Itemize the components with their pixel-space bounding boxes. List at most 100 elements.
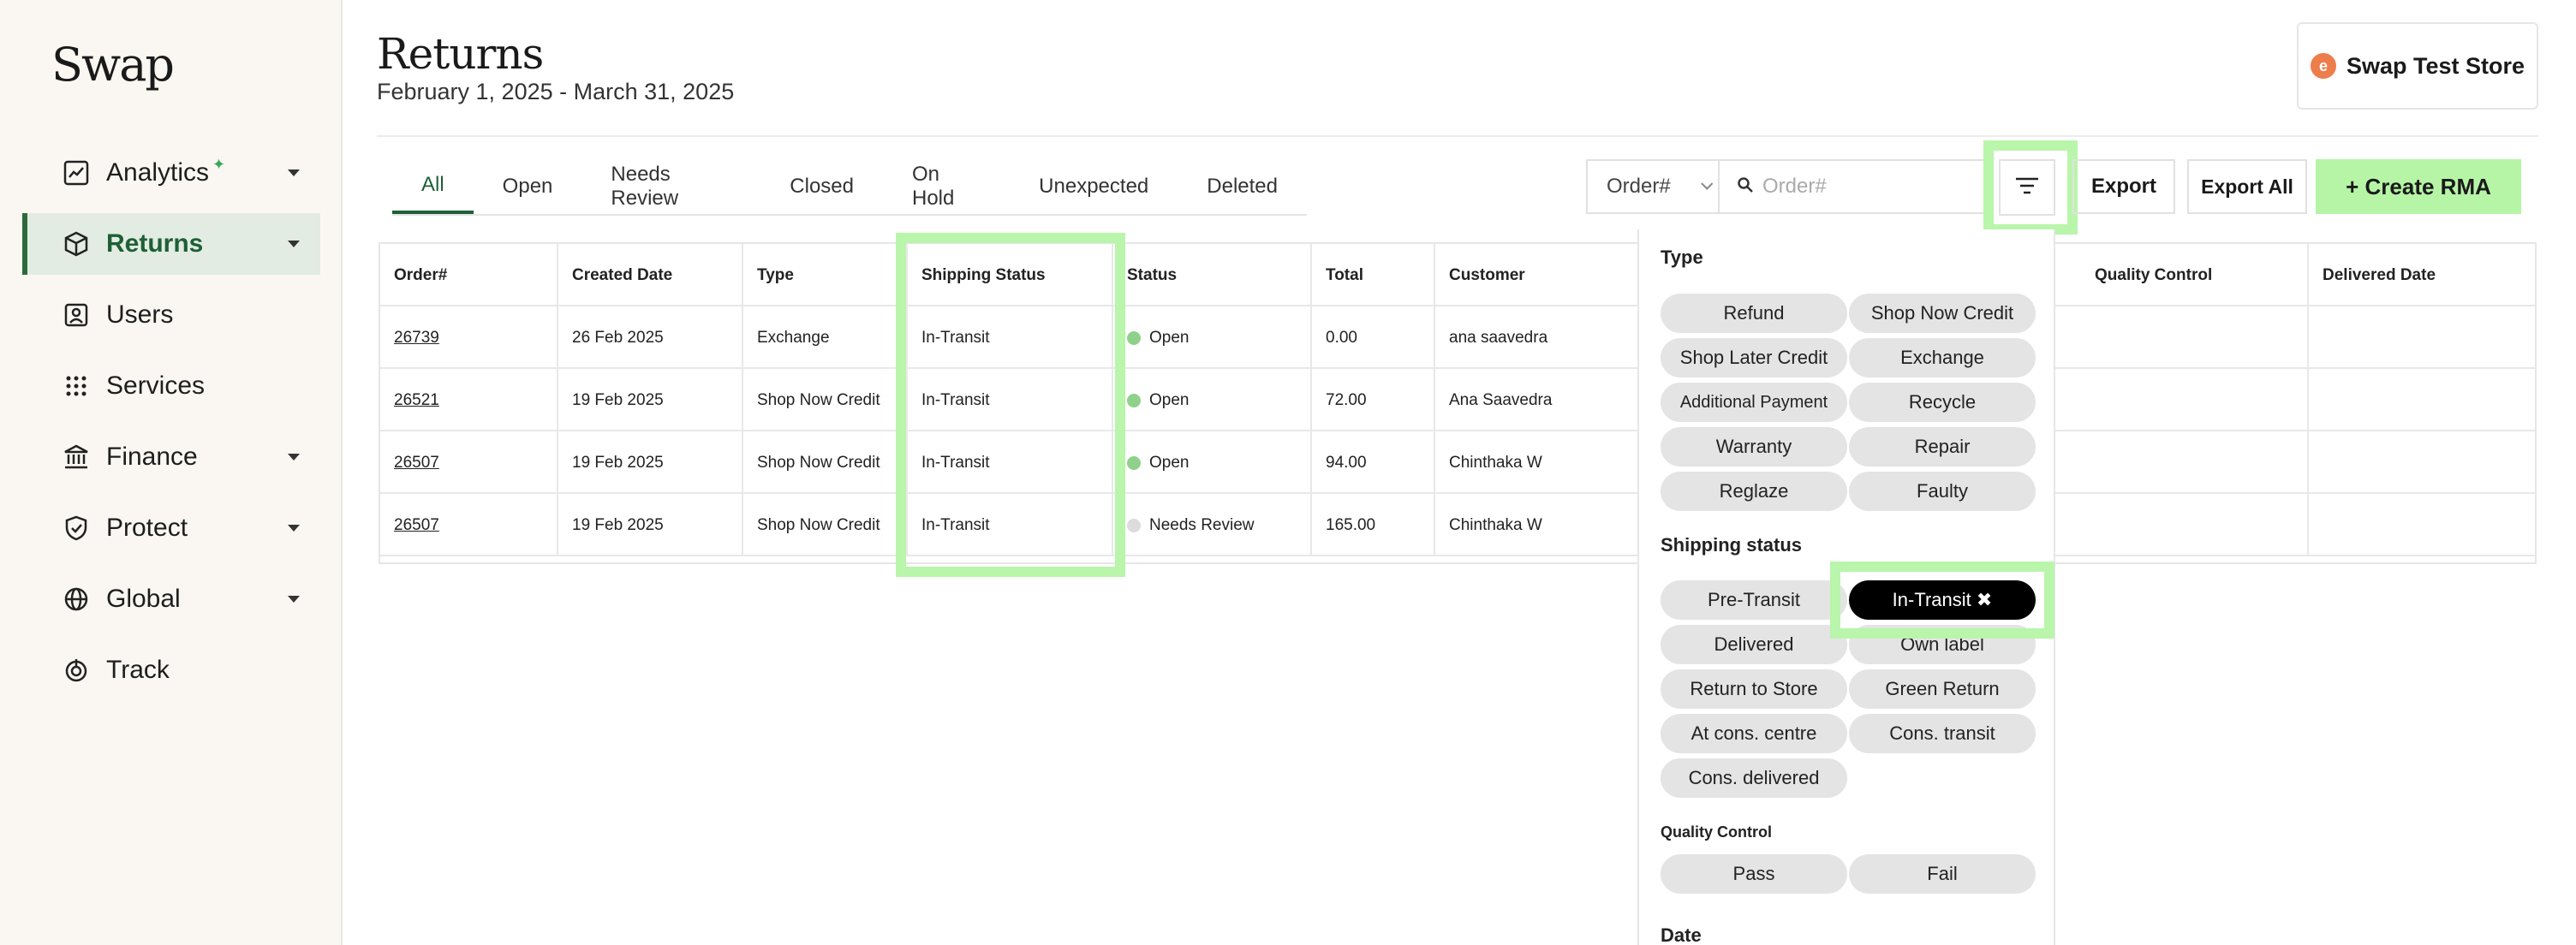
created-date-cell: 26 Feb 2025 (558, 306, 743, 369)
sidebar-item-users[interactable]: Users (22, 284, 320, 346)
order-cell: 26521 (380, 369, 558, 431)
tab-closed[interactable]: Closed (760, 159, 883, 214)
filter-chip-qc[interactable]: Pass (1661, 854, 1847, 894)
search-input[interactable] (1762, 175, 1968, 199)
filter-chip-type[interactable]: Warranty (1661, 427, 1847, 467)
tab-deleted[interactable]: Deleted (1178, 159, 1307, 214)
tab-open[interactable]: Open (474, 159, 582, 214)
order-link[interactable]: 26507 (394, 454, 439, 472)
date-range[interactable]: February 1, 2025 - March 31, 2025 (377, 79, 734, 105)
customer-cell: Chinthaka W (1435, 494, 1641, 556)
sidebar-nav: Analytics ✦ Returns Users Services Finan… (22, 142, 320, 710)
total-cell: 72.00 (1312, 369, 1435, 431)
filter-chip-type[interactable]: Exchange (1849, 338, 2036, 377)
filter-section-title-shipping: Shipping status (1661, 534, 1802, 556)
column-header[interactable]: Order# (380, 244, 558, 306)
order-link[interactable]: 26521 (394, 391, 439, 410)
filter-chip-shipping[interactable]: At cons. centre (1661, 714, 1847, 753)
status-cell: Open (1113, 306, 1312, 369)
filter-chip-shipping[interactable]: Delivered (1661, 625, 1847, 664)
status-label: Open (1149, 328, 1190, 347)
type-cell: Shop Now Credit (743, 369, 908, 431)
search-field-select[interactable]: Order# (1586, 159, 1718, 214)
chevron-down-icon[interactable] (288, 454, 300, 461)
sidebar-item-label: Users (106, 300, 174, 329)
chevron-down-icon[interactable] (288, 596, 300, 603)
filter-chip-type[interactable]: Shop Now Credit (1849, 294, 2036, 333)
order-cell: 26507 (380, 494, 558, 556)
status-dot (1127, 330, 1141, 345)
export-button[interactable]: Export (2072, 159, 2175, 214)
tab-unexpected[interactable]: Unexpected (1010, 159, 1178, 214)
column-header[interactable]: Status (1113, 244, 1312, 306)
filter-chip-shipping[interactable]: Return to Store (1661, 669, 1847, 709)
filter-button[interactable] (1999, 159, 2055, 216)
sidebar-item-track[interactable]: Track (22, 639, 320, 701)
chart-icon (62, 158, 91, 187)
chevron-down-icon (1701, 177, 1714, 190)
export-all-button[interactable]: Export All (2187, 159, 2307, 214)
column-header[interactable]: Delivered Date (2309, 244, 2537, 306)
filter-section-title-type: Type (1661, 247, 1703, 268)
type-cell: Exchange (743, 306, 908, 369)
app-logo[interactable]: Swap (51, 38, 175, 92)
sidebar-item-analytics[interactable]: Analytics ✦ (22, 142, 320, 204)
status-tabs: All Open Needs Review Closed On Hold Une… (392, 159, 1307, 216)
status-label: Open (1149, 390, 1190, 409)
table-row[interactable]: 26507 19 Feb 2025 Shop Now Credit In-Tra… (380, 494, 2535, 556)
status-cell: Needs Review (1113, 494, 1312, 556)
column-header[interactable]: Quality Control (2081, 244, 2309, 306)
filter-chip-shipping[interactable]: Cons. transit (1849, 714, 2036, 753)
sidebar: Swap Analytics ✦ Returns Users Services … (0, 0, 343, 945)
table-row[interactable]: 26739 26 Feb 2025 Exchange In-Transit Op… (380, 306, 2535, 369)
filter-chip-type[interactable]: Reglaze (1661, 472, 1847, 511)
table-header-row: Order# Created Date Type Shipping Status… (380, 244, 2535, 306)
sidebar-item-returns[interactable]: Returns (22, 213, 320, 275)
tab-on-hold[interactable]: On Hold (883, 159, 1010, 214)
sparkle-icon: ✦ (212, 155, 226, 173)
filter-chip-shipping-selected[interactable]: In-Transit ✖ (1849, 580, 2036, 620)
sidebar-item-label: Global (106, 585, 181, 613)
tab-all[interactable]: All (392, 159, 474, 214)
filter-chip-shipping[interactable]: Cons. delivered (1661, 758, 1847, 798)
search-box[interactable] (1718, 159, 1990, 214)
page-title: Returns (377, 29, 544, 79)
column-header[interactable]: Created Date (558, 244, 743, 306)
filter-chip-shipping[interactable]: Green Return (1849, 669, 2036, 709)
sidebar-item-protect[interactable]: Protect (22, 497, 320, 559)
status-label: Needs Review (1149, 515, 1255, 534)
filter-chip-type[interactable]: Refund (1661, 294, 1847, 333)
table-row[interactable]: 26521 19 Feb 2025 Shop Now Credit In-Tra… (380, 369, 2535, 431)
order-link[interactable]: 26739 (394, 329, 439, 348)
column-header[interactable]: Customer (1435, 244, 1641, 306)
chevron-down-icon[interactable] (288, 525, 300, 532)
create-rma-button[interactable]: + Create RMA (2316, 159, 2521, 214)
chevron-down-icon[interactable] (288, 169, 300, 176)
status-dot (1127, 393, 1141, 407)
store-logo-icon: e (2310, 53, 2336, 79)
filter-chip-type[interactable]: Additional Payment (1661, 383, 1847, 422)
type-cell: Shop Now Credit (743, 431, 908, 494)
order-link[interactable]: 26507 (394, 516, 439, 535)
sidebar-item-global[interactable]: Global (22, 568, 320, 630)
filter-chip-shipping[interactable]: Pre-Transit (1661, 580, 1847, 620)
sidebar-item-label: Finance (106, 443, 198, 471)
store-switcher-button[interactable]: e Swap Test Store (2297, 22, 2538, 110)
chevron-down-icon[interactable] (288, 241, 300, 247)
status-cell: Open (1113, 369, 1312, 431)
filter-chip-type[interactable]: Repair (1849, 427, 2036, 467)
sidebar-item-label: Returns (106, 229, 204, 258)
table-row[interactable]: 26507 19 Feb 2025 Shop Now Credit In-Tra… (380, 431, 2535, 494)
filter-chip-type[interactable]: Faulty (1849, 472, 2036, 511)
filter-chip-qc[interactable]: Fail (1849, 854, 2036, 894)
filter-chip-type[interactable]: Shop Later Credit (1661, 338, 1847, 377)
sidebar-item-finance[interactable]: Finance (22, 426, 320, 488)
tab-needs-review[interactable]: Needs Review (581, 159, 760, 214)
created-date-cell: 19 Feb 2025 (558, 494, 743, 556)
column-header[interactable]: Type (743, 244, 908, 306)
filter-section-title-date: Date (1661, 924, 1702, 945)
filter-chip-type[interactable]: Recycle (1849, 383, 2036, 422)
sidebar-item-label: Services (106, 371, 206, 400)
column-header[interactable]: Total (1312, 244, 1435, 306)
sidebar-item-services[interactable]: Services (22, 355, 320, 417)
